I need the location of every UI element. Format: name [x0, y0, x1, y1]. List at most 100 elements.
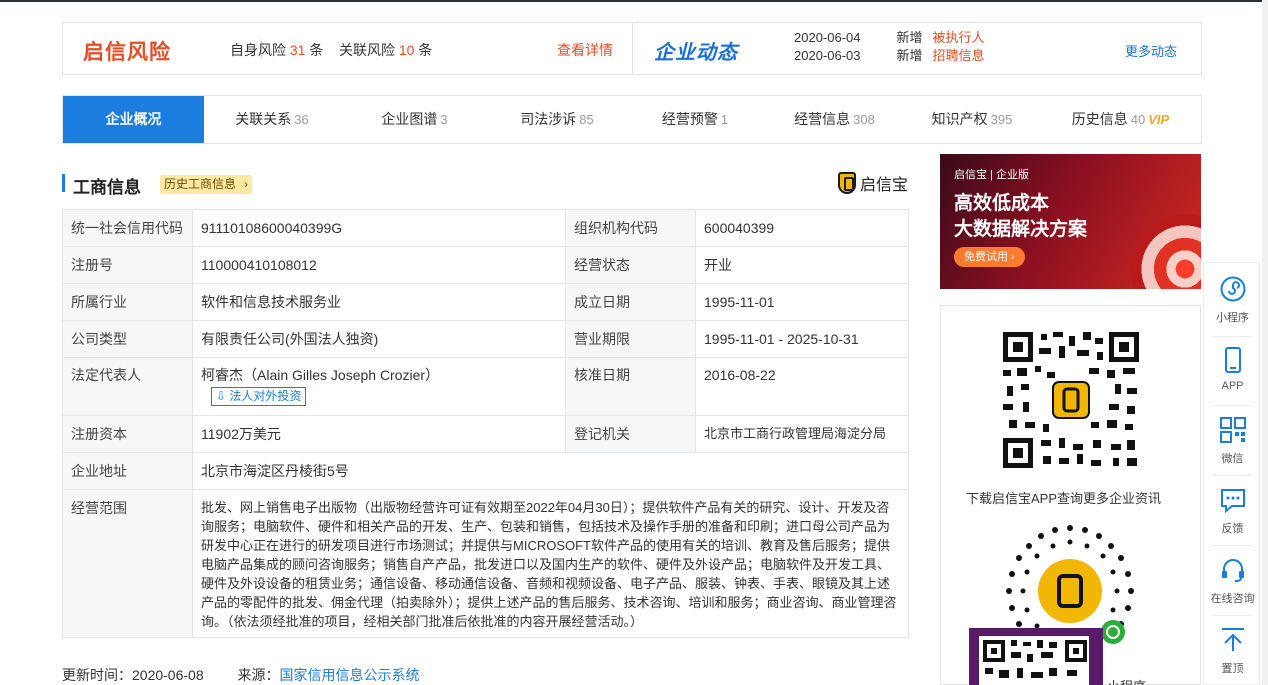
tab-judicial[interactable]: 司法涉诉 85	[489, 96, 625, 143]
tab-business[interactable]: 经营信息 308	[765, 96, 904, 143]
cell-label: 统一社会信用代码	[62, 209, 193, 247]
dynamics-tag: 新增	[896, 48, 923, 63]
legal-rep-cell: 柯睿杰（Alain Gilles Joseph Crozier） ⇩ 法人对外投…	[192, 357, 566, 416]
history-info-button[interactable]: 历史工商信息 ›	[160, 175, 253, 194]
qixinbao-brand: 启信宝	[838, 171, 908, 195]
related-risk[interactable]: 关联风险 10 条	[339, 40, 432, 60]
cell-value: 91110108600040399G	[192, 209, 566, 247]
business-info-table: 统一社会信用代码 91110108600040399G 组织机构代码 60004…	[62, 209, 909, 638]
mini-program-icon	[1220, 276, 1245, 302]
tab-ip[interactable]: 知识产权 395	[904, 96, 1040, 143]
cell-value: 2016-08-22	[695, 357, 909, 416]
tab-label: 经营信息	[794, 111, 851, 127]
tab-label: 司法涉诉	[520, 111, 577, 127]
divider	[1212, 475, 1252, 476]
dynamics-text: 被执行人	[932, 30, 985, 45]
dynamics-item[interactable]: 2020-06-03 新增 招聘信息	[794, 45, 985, 64]
invest-label: 法人对外投资	[229, 389, 302, 403]
download-app-text: 下载启信宝APP查询更多企业资讯	[966, 491, 1162, 506]
float-label: 反馈	[1221, 523, 1244, 535]
cell-label: 营业期限	[565, 320, 696, 358]
float-back-to-top[interactable]: 置顶	[1204, 627, 1261, 676]
free-trial-button[interactable]: 免费试用 ›	[954, 247, 1025, 267]
cell-label: 核准日期	[565, 357, 696, 416]
scrollbar[interactable]	[1262, 0, 1268, 685]
app-qr-code-icon	[1003, 332, 1139, 468]
float-label: APP	[1221, 380, 1244, 392]
dynamics-text: 招聘信息	[932, 48, 985, 63]
float-label: 置顶	[1221, 663, 1244, 675]
mini-program-text: 小程序	[1107, 676, 1146, 685]
cell-label: 登记机关	[565, 415, 696, 453]
table-row: 注册资本 11902万美元 登记机关 北京市工商行政管理局海淀分局	[62, 415, 909, 453]
cell-value: 600040399	[695, 209, 909, 247]
float-wechat[interactable]: 微信	[1204, 417, 1261, 466]
tab-count: 308	[853, 112, 875, 127]
float-mini-program[interactable]: 小程序	[1204, 276, 1261, 325]
dynamics-date: 2020-06-04	[794, 30, 861, 45]
cell-label: 注册号	[62, 246, 193, 284]
tab-count: 3	[440, 112, 448, 127]
float-label: 微信	[1221, 453, 1244, 465]
tab-warning[interactable]: 经营预警 1	[625, 96, 765, 143]
cell-label: 所属行业	[62, 283, 193, 321]
divider	[1212, 336, 1252, 337]
float-feedback[interactable]: 反馈	[1204, 487, 1261, 536]
table-row: 法定代表人 柯睿杰（Alain Gilles Joseph Crozier） ⇩…	[62, 357, 909, 416]
top-border	[0, 0, 1268, 2]
float-label: 小程序	[1216, 312, 1249, 324]
arrow-up-icon	[1221, 628, 1244, 651]
cell-value: 北京市海淀区丹棱街5号	[192, 452, 909, 490]
more-dynamics-link[interactable]: 更多动态	[1125, 41, 1177, 60]
update-footer: 更新时间：2020-06-08 来源：国家信用信息公示系统	[62, 665, 420, 685]
tab-label: 历史信息	[1071, 111, 1128, 127]
vip-badge: VIP	[1148, 112, 1170, 127]
banner-brand: 启信宝 | 企业版	[954, 169, 1029, 181]
company-tabs: 企业概况 关联关系 36 企业图谱 3 司法涉诉 85 经营预警 1 经营信息 308 知…	[62, 95, 1202, 144]
self-risk-count: 31	[289, 42, 306, 58]
self-risk[interactable]: 自身风险 31 条	[230, 40, 323, 60]
float-online-consult[interactable]: 在线咨询	[1204, 557, 1261, 606]
related-risk-count: 10	[398, 42, 415, 58]
tab-overview[interactable]: 企业概况	[63, 96, 204, 143]
updated-date: 2020-06-08	[132, 667, 204, 683]
risk-logo: 启信风险	[83, 41, 171, 64]
table-row: 所属行业 软件和信息技术服务业 成立日期 1995-11-01	[62, 283, 909, 321]
float-app[interactable]: APP	[1204, 347, 1261, 392]
legal-rep-name[interactable]: 柯睿杰（Alain Gilles Joseph Crozier）	[201, 366, 557, 385]
business-scope: 批发、网上销售电子出版物（出版物经营许可证有效期至2022年04月30日）；提供…	[192, 489, 909, 638]
qixinbao-logo-icon	[838, 172, 856, 194]
risk-detail-link[interactable]: 查看详情	[557, 40, 613, 60]
legal-invest-button[interactable]: ⇩ 法人对外投资	[211, 387, 307, 406]
floating-toolbar: 小程序 APP 微信 反馈 在线咨询 置顶	[1203, 262, 1260, 685]
dynamics-item[interactable]: 2020-06-04 新增 被执行人	[794, 27, 985, 46]
tab-count: 1	[720, 112, 729, 127]
tab-graph[interactable]: 企业图谱 3	[340, 96, 489, 143]
cell-label: 经营范围	[62, 489, 193, 638]
banner-subheadline: 大数据解决方案	[954, 219, 1088, 240]
divider	[1212, 615, 1252, 616]
tab-label: 经营预警	[661, 111, 718, 127]
cell-label: 企业地址	[62, 452, 193, 490]
tab-relations[interactable]: 关联关系 36	[204, 96, 340, 143]
tab-history[interactable]: 历史信息 40 VIP	[1040, 96, 1201, 143]
updated-label: 更新时间：	[62, 667, 132, 683]
tab-count: 85	[579, 112, 594, 127]
cell-label: 法定代表人	[62, 357, 193, 416]
tab-label: 知识产权	[931, 111, 988, 127]
float-label: 在线咨询	[1210, 593, 1255, 605]
table-row: 统一社会信用代码 91110108600040399G 组织机构代码 60004…	[62, 209, 909, 247]
dynamics-logo: 企业动态	[654, 42, 738, 64]
source-link[interactable]: 国家信用信息公示系统	[280, 667, 420, 683]
tab-label: 关联关系	[235, 111, 292, 127]
cell-value: 有限责任公司(外国法人独资)	[192, 320, 566, 358]
banner-headline: 高效低成本	[954, 193, 1050, 214]
table-row: 注册号 110000410108012 经营状态 开业	[62, 246, 909, 284]
cell-value: 110000410108012	[192, 246, 566, 284]
target-icon	[1130, 214, 1201, 289]
chevron-right-icon: ›	[244, 177, 249, 191]
cell-value: 1995-11-01 - 2025-10-31	[695, 320, 909, 358]
qr-code-icon	[1219, 417, 1246, 443]
promo-banner[interactable]: 启信宝 | 企业版 高效低成本 大数据解决方案 免费试用 ›	[940, 154, 1201, 289]
cell-label: 组织机构代码	[565, 209, 696, 247]
